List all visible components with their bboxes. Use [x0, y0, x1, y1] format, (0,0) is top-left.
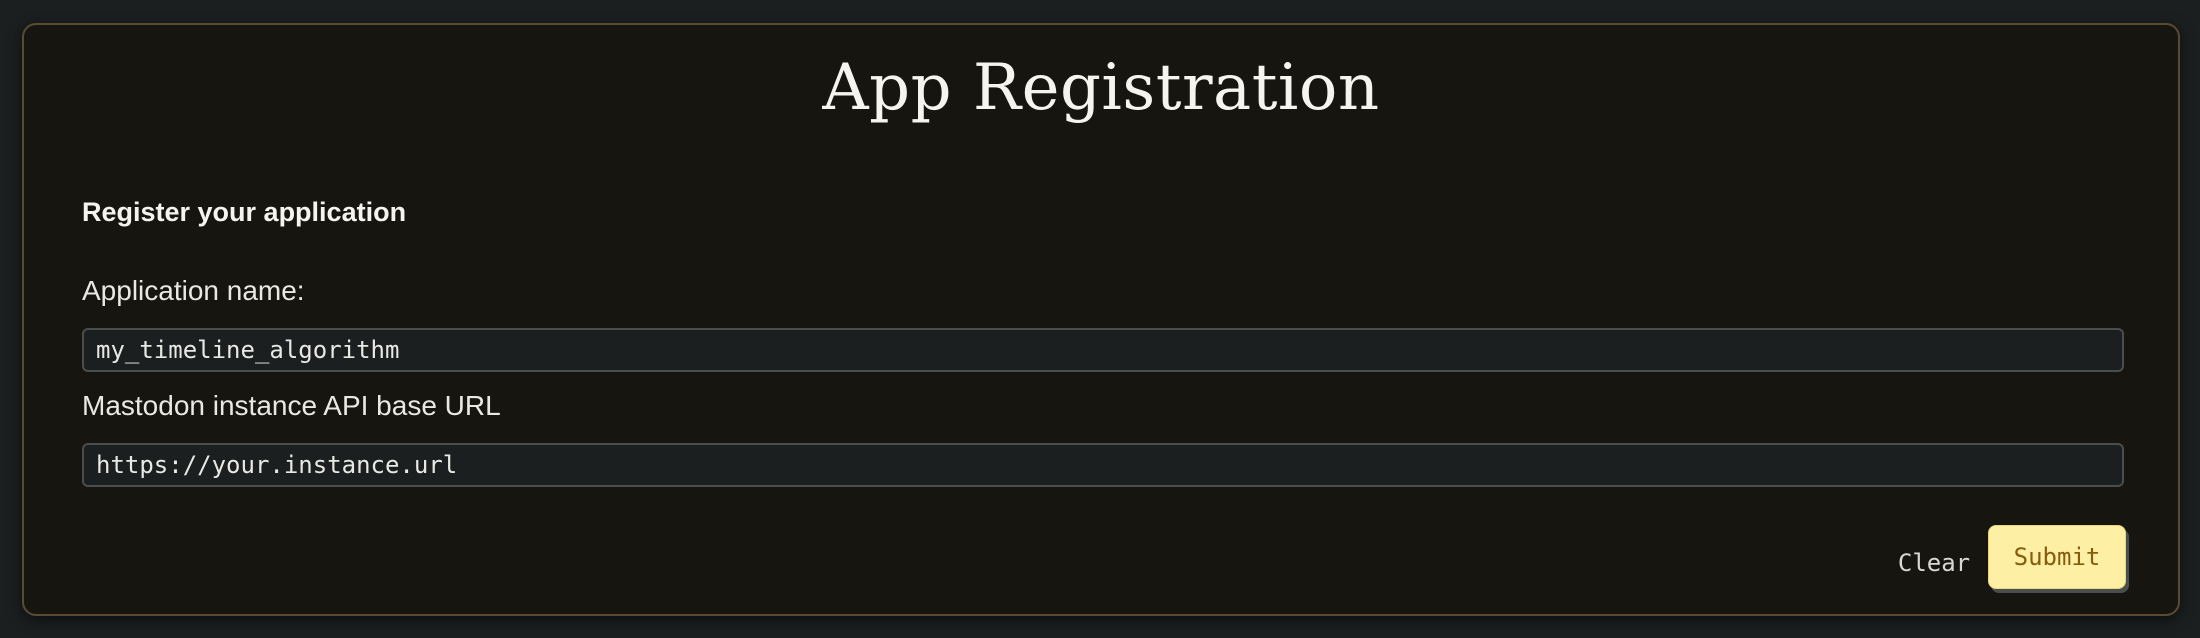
submit-button[interactable]: Submit — [1988, 525, 2126, 589]
application-name-input[interactable] — [82, 328, 2124, 372]
application-name-label: Application name: — [82, 275, 305, 306]
instance-url-label: Mastodon instance API base URL — [82, 390, 501, 421]
page-title: App Registration — [822, 51, 1380, 125]
section-heading: Register your application — [82, 197, 407, 227]
registration-card: App Registration Register your applicati… — [22, 23, 2180, 616]
instance-url-input[interactable] — [82, 443, 2124, 487]
clear-button[interactable]: Clear — [1884, 541, 1984, 585]
